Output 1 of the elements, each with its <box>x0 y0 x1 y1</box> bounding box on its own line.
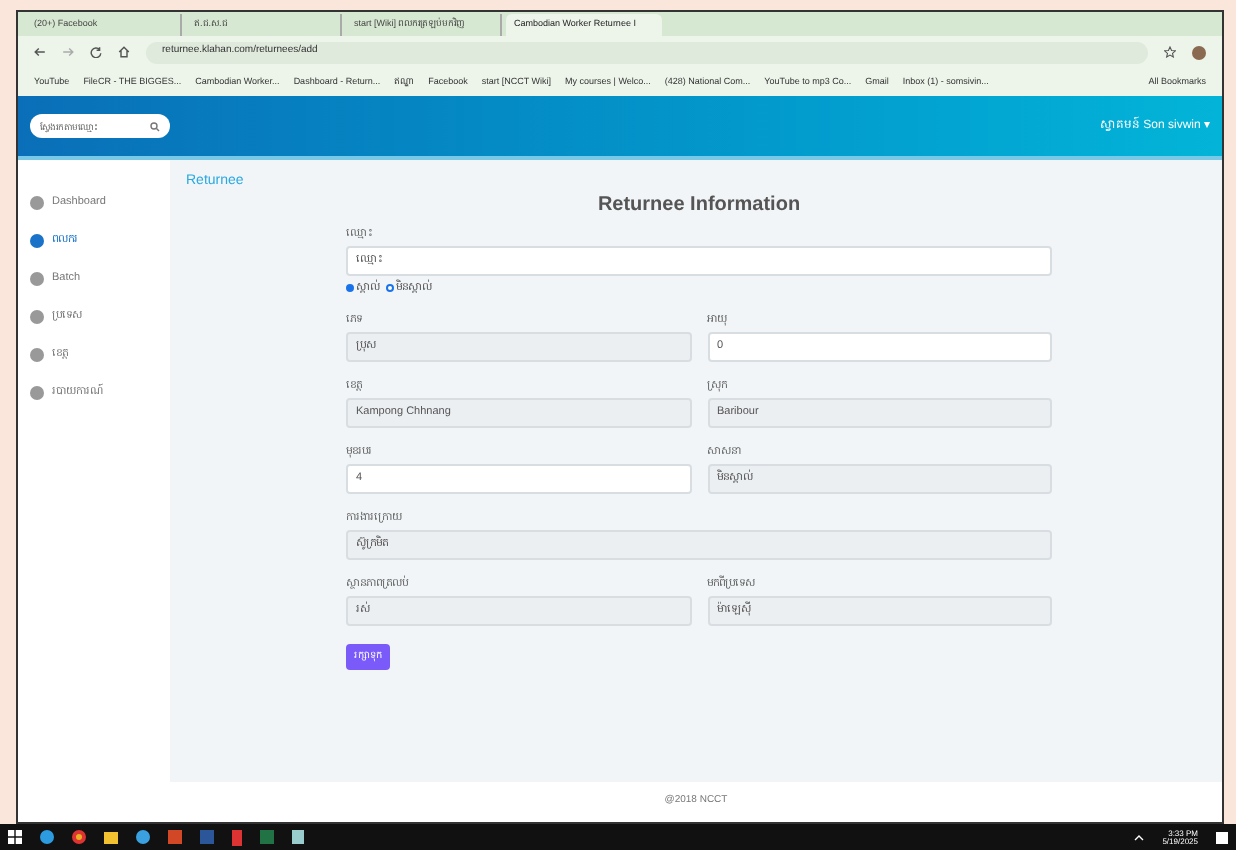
form-title: Returnee Information <box>595 191 803 219</box>
